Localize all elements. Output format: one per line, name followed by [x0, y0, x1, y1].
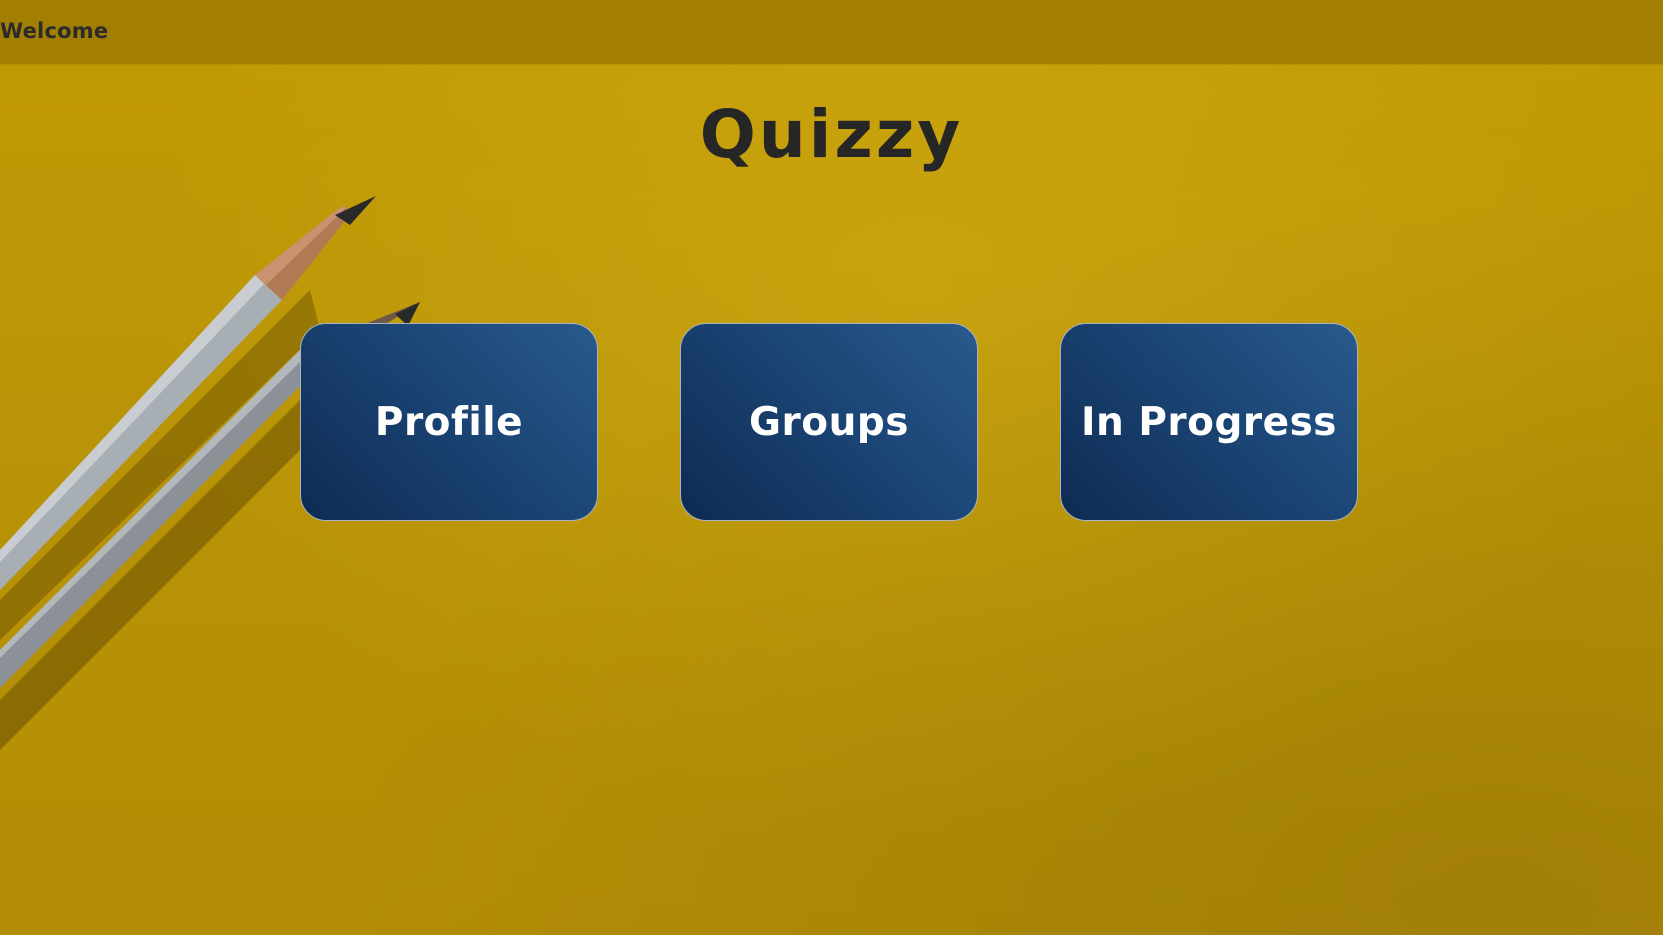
- in-progress-button[interactable]: In Progress: [1060, 323, 1358, 521]
- groups-button-label: Groups: [749, 399, 909, 445]
- profile-button[interactable]: Profile: [300, 323, 598, 521]
- profile-button-label: Profile: [374, 399, 524, 445]
- title-bar: Welcome: [0, 0, 1663, 64]
- app-title: Quizzy: [699, 96, 964, 173]
- in-progress-button-label: In Progress: [1081, 399, 1337, 445]
- window-title: Welcome: [0, 19, 109, 43]
- groups-button[interactable]: Groups: [680, 323, 978, 521]
- app-window: Welcome Quizzy Profile Groups In Progres…: [0, 0, 1663, 935]
